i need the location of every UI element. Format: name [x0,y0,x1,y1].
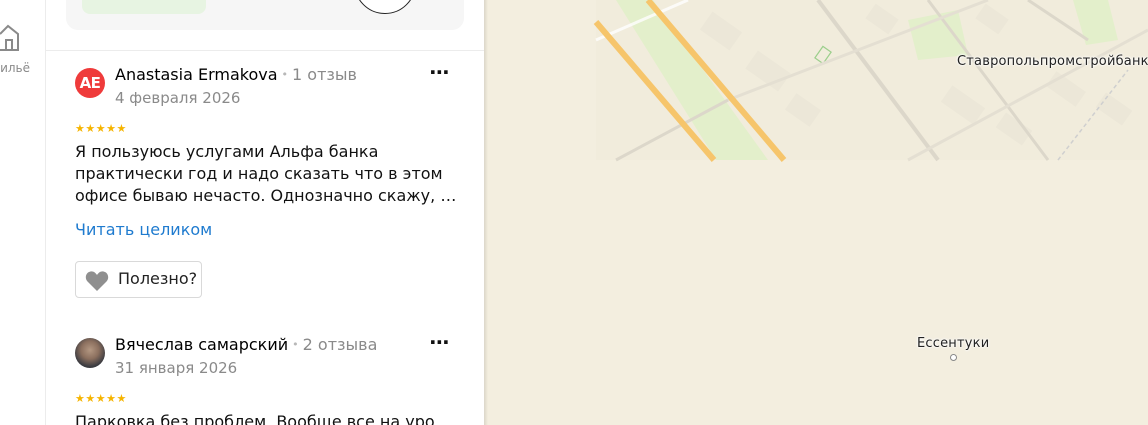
previous-card-image [354,0,416,14]
author-separator: • [292,338,299,351]
more-options-button[interactable]: ⋯ [428,62,452,89]
reviews-panel: AE Anastasia Ermakova • 1 отзыв 4 февраля … [46,0,484,425]
avatar[interactable] [75,338,105,368]
rail-housing-label[interactable]: ильё [0,61,30,75]
map-label-city[interactable]: Ессентуки [917,336,989,351]
helpful-label: Полезно? [118,269,198,288]
review-date: 31 января 2026 [115,359,238,377]
author-review-count: 1 отзыв [292,65,357,84]
rating-stars: ★★★★★ [75,122,127,135]
author-separator: • [281,68,289,81]
previous-card-button[interactable] [82,0,206,14]
review-text-line: Я пользуюсь услугами Альфа банка [75,142,379,161]
review-text-line: практически год и надо сказать что в это… [75,164,443,183]
review-date: 4 февраля 2026 [115,89,241,107]
left-rail: ильё [0,0,46,425]
review-author: Anastasia Ermakova • 1 отзыв [115,65,357,84]
read-more-link[interactable]: Читать целиком [75,220,212,239]
review-text-line: Парковка без проблем. Вообще все на уров… [75,412,459,425]
more-options-button[interactable]: ⋯ [428,332,452,359]
author-review-count: 2 отзыва [302,335,378,354]
divider [46,50,484,51]
map-canvas[interactable]: Ставропольпромстройбанк Ессентуки [488,0,1148,425]
author-name[interactable]: Вячеслав самарский [115,335,288,354]
map-label-bank[interactable]: Ставропольпромстройбанк [957,54,1148,69]
review-author: Вячеслав самарский • 2 отзыва [115,335,377,354]
rating-stars: ★★★★★ [75,392,127,405]
heart-icon [85,271,109,291]
housing-icon[interactable] [0,20,22,52]
previous-card [66,0,464,30]
helpful-button[interactable]: Полезно? [75,261,202,298]
avatar[interactable]: AE [75,68,105,98]
review-text-line: офисе бываю нечасто. Однозначно скажу, ч… [75,186,459,205]
review-text: Я пользуюсь услугами Альфа банка практич… [75,141,459,207]
city-marker-icon[interactable] [950,354,957,361]
review-text: Парковка без проблем. Вообще все на уров… [75,411,459,425]
author-name[interactable]: Anastasia Ermakova [115,65,278,84]
